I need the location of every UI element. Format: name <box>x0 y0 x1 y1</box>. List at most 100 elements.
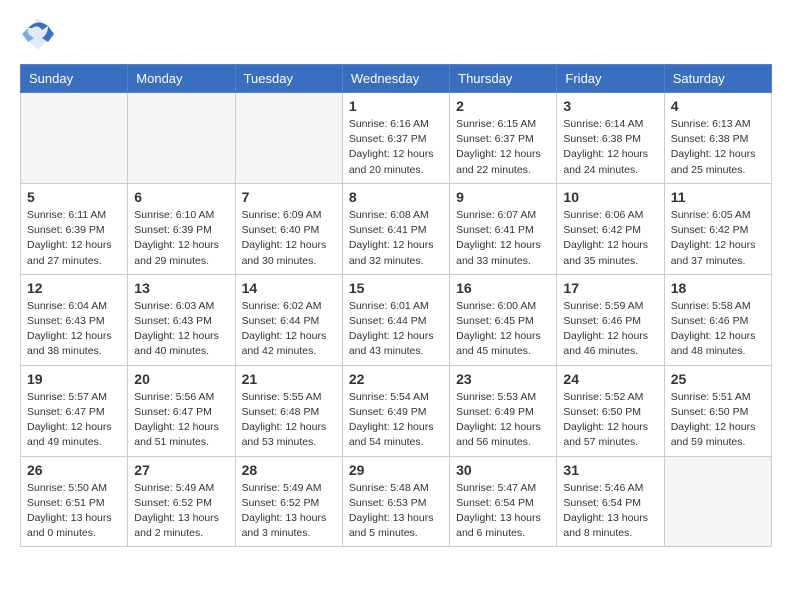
day-number: 27 <box>134 462 228 478</box>
day-info: Sunrise: 6:03 AMSunset: 6:43 PMDaylight:… <box>134 299 228 360</box>
day-info: Sunrise: 6:04 AMSunset: 6:43 PMDaylight:… <box>27 299 121 360</box>
day-number: 15 <box>349 280 443 296</box>
day-info: Sunrise: 5:46 AMSunset: 6:54 PMDaylight:… <box>563 481 657 542</box>
day-cell: 14 Sunrise: 6:02 AMSunset: 6:44 PMDayligh… <box>235 274 342 365</box>
header-day-wednesday: Wednesday <box>342 65 449 93</box>
day-cell: 31 Sunrise: 5:46 AMSunset: 6:54 PMDayligh… <box>557 456 664 547</box>
day-cell: 15 Sunrise: 6:01 AMSunset: 6:44 PMDayligh… <box>342 274 449 365</box>
day-cell: 5 Sunrise: 6:11 AMSunset: 6:39 PMDaylight… <box>21 183 128 274</box>
day-cell: 2Sunrise: 6:15 AMSunset: 6:37 PMDaylight… <box>450 93 557 184</box>
day-info: Sunrise: 6:11 AMSunset: 6:39 PMDaylight:… <box>27 208 121 269</box>
week-row-2: 12Sunrise: 6:04 AMSunset: 6:43 PMDayligh… <box>21 274 772 365</box>
day-number: 16 <box>456 280 550 296</box>
day-cell <box>21 93 128 184</box>
day-number: 17 <box>563 280 657 296</box>
calendar-table: SundayMondayTuesdayWednesdayThursdayFrid… <box>20 64 772 547</box>
day-cell: 23 Sunrise: 5:53 AMSunset: 6:49 PMDayligh… <box>450 365 557 456</box>
header-day-friday: Friday <box>557 65 664 93</box>
day-info: Sunrise: 5:51 AMSunset: 6:50 PMDaylight:… <box>671 390 765 451</box>
day-cell: 13 Sunrise: 6:03 AMSunset: 6:43 PMDayligh… <box>128 274 235 365</box>
day-info: Sunrise: 6:01 AMSunset: 6:44 PMDaylight:… <box>349 299 443 360</box>
day-info: Sunrise: 6:14 AMSunset: 6:38 PMDaylight:… <box>563 117 657 178</box>
day-info: Sunrise: 5:58 AMSunset: 6:46 PMDaylight:… <box>671 299 765 360</box>
day-cell: 6Sunrise: 6:10 AMSunset: 6:39 PMDaylight… <box>128 183 235 274</box>
day-info: Sunrise: 5:49 AMSunset: 6:52 PMDaylight:… <box>242 481 336 542</box>
day-info: Sunrise: 5:59 AMSunset: 6:46 PMDaylight:… <box>563 299 657 360</box>
day-cell: 3 Sunrise: 6:14 AMSunset: 6:38 PMDaylight… <box>557 93 664 184</box>
header-day-monday: Monday <box>128 65 235 93</box>
day-cell: 1Sunrise: 6:16 AMSunset: 6:37 PMDaylight… <box>342 93 449 184</box>
day-info: Sunrise: 6:00 AMSunset: 6:45 PMDaylight:… <box>456 299 550 360</box>
week-row-0: 1Sunrise: 6:16 AMSunset: 6:37 PMDaylight… <box>21 93 772 184</box>
day-number: 14 <box>242 280 336 296</box>
day-number: 20 <box>134 371 228 387</box>
day-info: Sunrise: 5:56 AMSunset: 6:47 PMDaylight:… <box>134 390 228 451</box>
day-cell: 29 Sunrise: 5:48 AMSunset: 6:53 PMDayligh… <box>342 456 449 547</box>
day-number: 29 <box>349 462 443 478</box>
day-cell <box>235 93 342 184</box>
day-info: Sunrise: 5:52 AMSunset: 6:50 PMDaylight:… <box>563 390 657 451</box>
day-number: 30 <box>456 462 550 478</box>
day-number: 31 <box>563 462 657 478</box>
day-info: Sunrise: 6:13 AMSunset: 6:38 PMDaylight:… <box>671 117 765 178</box>
day-number: 9 <box>456 189 550 205</box>
day-cell <box>664 456 771 547</box>
day-number: 11 <box>671 189 765 205</box>
day-number: 19 <box>27 371 121 387</box>
day-number: 26 <box>27 462 121 478</box>
day-info: Sunrise: 5:50 AMSunset: 6:51 PMDaylight:… <box>27 481 121 542</box>
day-cell: 4 Sunrise: 6:13 AMSunset: 6:38 PMDaylight… <box>664 93 771 184</box>
day-number: 23 <box>456 371 550 387</box>
day-info: Sunrise: 5:47 AMSunset: 6:54 PMDaylight:… <box>456 481 550 542</box>
week-row-4: 26 Sunrise: 5:50 AMSunset: 6:51 PMDayligh… <box>21 456 772 547</box>
day-cell: 11 Sunrise: 6:05 AMSunset: 6:42 PMDayligh… <box>664 183 771 274</box>
day-cell: 26 Sunrise: 5:50 AMSunset: 6:51 PMDayligh… <box>21 456 128 547</box>
day-info: Sunrise: 5:48 AMSunset: 6:53 PMDaylight:… <box>349 481 443 542</box>
day-cell: 24Sunrise: 5:52 AMSunset: 6:50 PMDayligh… <box>557 365 664 456</box>
day-cell: 27Sunrise: 5:49 AMSunset: 6:52 PMDayligh… <box>128 456 235 547</box>
day-number: 28 <box>242 462 336 478</box>
day-info: Sunrise: 5:57 AMSunset: 6:47 PMDaylight:… <box>27 390 121 451</box>
logo <box>20 16 60 52</box>
day-info: Sunrise: 6:09 AMSunset: 6:40 PMDaylight:… <box>242 208 336 269</box>
day-info: Sunrise: 5:53 AMSunset: 6:49 PMDaylight:… <box>456 390 550 451</box>
day-info: Sunrise: 6:08 AMSunset: 6:41 PMDaylight:… <box>349 208 443 269</box>
day-number: 5 <box>27 189 121 205</box>
day-info: Sunrise: 6:15 AMSunset: 6:37 PMDaylight:… <box>456 117 550 178</box>
day-cell: 10 Sunrise: 6:06 AMSunset: 6:42 PMDayligh… <box>557 183 664 274</box>
day-info: Sunrise: 6:10 AMSunset: 6:39 PMDaylight:… <box>134 208 228 269</box>
day-cell: 21 Sunrise: 5:55 AMSunset: 6:48 PMDayligh… <box>235 365 342 456</box>
day-number: 25 <box>671 371 765 387</box>
day-info: Sunrise: 6:16 AMSunset: 6:37 PMDaylight:… <box>349 117 443 178</box>
day-cell: 30 Sunrise: 5:47 AMSunset: 6:54 PMDayligh… <box>450 456 557 547</box>
page-container: SundayMondayTuesdayWednesdayThursdayFrid… <box>0 0 792 563</box>
day-info: Sunrise: 6:07 AMSunset: 6:41 PMDaylight:… <box>456 208 550 269</box>
day-cell: 17 Sunrise: 5:59 AMSunset: 6:46 PMDayligh… <box>557 274 664 365</box>
day-number: 18 <box>671 280 765 296</box>
day-number: 4 <box>671 98 765 114</box>
day-cell: 20 Sunrise: 5:56 AMSunset: 6:47 PMDayligh… <box>128 365 235 456</box>
day-cell: 12Sunrise: 6:04 AMSunset: 6:43 PMDayligh… <box>21 274 128 365</box>
day-number: 3 <box>563 98 657 114</box>
header-day-tuesday: Tuesday <box>235 65 342 93</box>
day-cell: 8 Sunrise: 6:08 AMSunset: 6:41 PMDaylight… <box>342 183 449 274</box>
header-row: SundayMondayTuesdayWednesdayThursdayFrid… <box>21 65 772 93</box>
day-cell <box>128 93 235 184</box>
day-cell: 16 Sunrise: 6:00 AMSunset: 6:45 PMDayligh… <box>450 274 557 365</box>
week-row-1: 5 Sunrise: 6:11 AMSunset: 6:39 PMDaylight… <box>21 183 772 274</box>
day-number: 10 <box>563 189 657 205</box>
day-info: Sunrise: 6:02 AMSunset: 6:44 PMDaylight:… <box>242 299 336 360</box>
week-row-3: 19 Sunrise: 5:57 AMSunset: 6:47 PMDayligh… <box>21 365 772 456</box>
header <box>20 16 772 52</box>
day-info: Sunrise: 6:05 AMSunset: 6:42 PMDaylight:… <box>671 208 765 269</box>
day-cell: 28 Sunrise: 5:49 AMSunset: 6:52 PMDayligh… <box>235 456 342 547</box>
day-number: 21 <box>242 371 336 387</box>
day-number: 13 <box>134 280 228 296</box>
day-number: 8 <box>349 189 443 205</box>
day-number: 22 <box>349 371 443 387</box>
day-info: Sunrise: 6:06 AMSunset: 6:42 PMDaylight:… <box>563 208 657 269</box>
day-info: Sunrise: 5:55 AMSunset: 6:48 PMDaylight:… <box>242 390 336 451</box>
day-cell: 25 Sunrise: 5:51 AMSunset: 6:50 PMDayligh… <box>664 365 771 456</box>
day-cell: 9 Sunrise: 6:07 AMSunset: 6:41 PMDaylight… <box>450 183 557 274</box>
header-day-thursday: Thursday <box>450 65 557 93</box>
